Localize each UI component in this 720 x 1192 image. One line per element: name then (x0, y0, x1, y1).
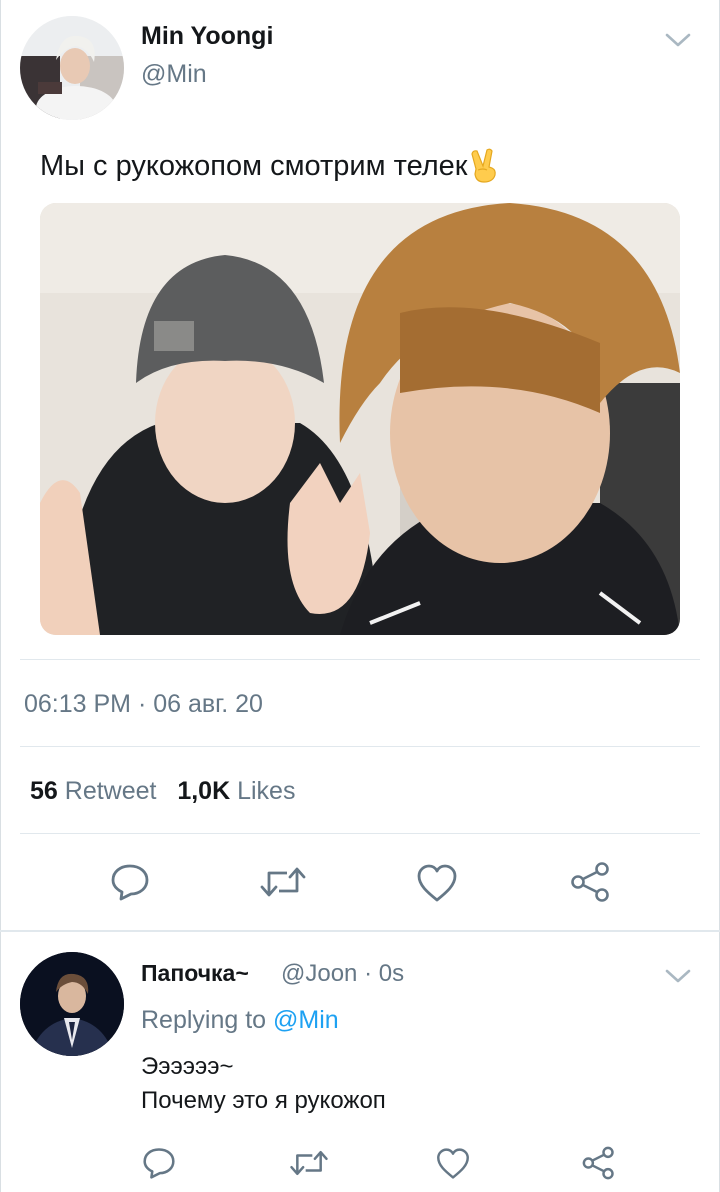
section-separator (0, 930, 720, 932)
selfie-photo-image (40, 203, 680, 635)
main-tweet: Min Yoongi @Min Мы с рукожопом смотрим т… (0, 0, 720, 930)
reply-text: Ээээээ~ Почему это я рукожоп (141, 1050, 386, 1118)
divider (20, 833, 700, 834)
victory-hand-emoji (469, 148, 501, 184)
reply-icon[interactable] (140, 1146, 178, 1180)
retweets-label[interactable]: Retweet (65, 777, 157, 805)
like-icon[interactable] (434, 1146, 472, 1180)
tweet-photo[interactable] (40, 203, 680, 635)
reply-author-handle[interactable]: @Joon (281, 960, 357, 987)
reply-meta: @Joon · 0s (281, 960, 404, 988)
author-name[interactable]: Min Yoongi (141, 22, 273, 51)
tweet-stats: 56 Retweet 1,0K Likes (30, 777, 295, 806)
author-avatar-image (20, 16, 124, 120)
reply-avatar-image (20, 952, 124, 1056)
replying-to-label: Replying to (141, 1006, 267, 1034)
likes-count[interactable]: 1,0K (177, 777, 230, 805)
chevron-down-icon[interactable] (664, 966, 692, 986)
reply-time: 0s (378, 960, 405, 987)
meta-separator: · (364, 960, 373, 987)
share-icon[interactable] (580, 1144, 618, 1182)
share-icon[interactable] (568, 860, 614, 904)
replying-to-mention[interactable]: @Min (273, 1006, 339, 1034)
reply-author-avatar[interactable] (20, 952, 124, 1056)
tweet-timestamp: 06:13 PM · 06 авг. 20 (24, 690, 263, 718)
retweet-icon[interactable] (288, 1146, 330, 1180)
replying-to: Replying to @Min (141, 1006, 339, 1035)
retweets-count[interactable]: 56 (30, 777, 58, 805)
tweet-text: Мы с рукожопом смотрим телек (40, 148, 501, 184)
likes-label[interactable]: Likes (237, 777, 295, 805)
reply-text-line: Почему это я рукожоп (141, 1087, 386, 1114)
author-handle[interactable]: @Min (141, 60, 207, 89)
chevron-down-icon[interactable] (664, 30, 692, 50)
reply-text-line: Ээээээ~ (141, 1053, 234, 1080)
reply-author-name[interactable]: Папочка~ (141, 960, 249, 987)
like-icon[interactable] (414, 862, 460, 904)
reply-icon[interactable] (108, 862, 152, 902)
retweet-icon[interactable] (258, 862, 308, 902)
tweet-text-content: Мы с рукожопом смотрим телек (40, 149, 468, 182)
divider (20, 746, 700, 747)
divider (20, 659, 700, 660)
author-avatar[interactable] (20, 16, 124, 120)
